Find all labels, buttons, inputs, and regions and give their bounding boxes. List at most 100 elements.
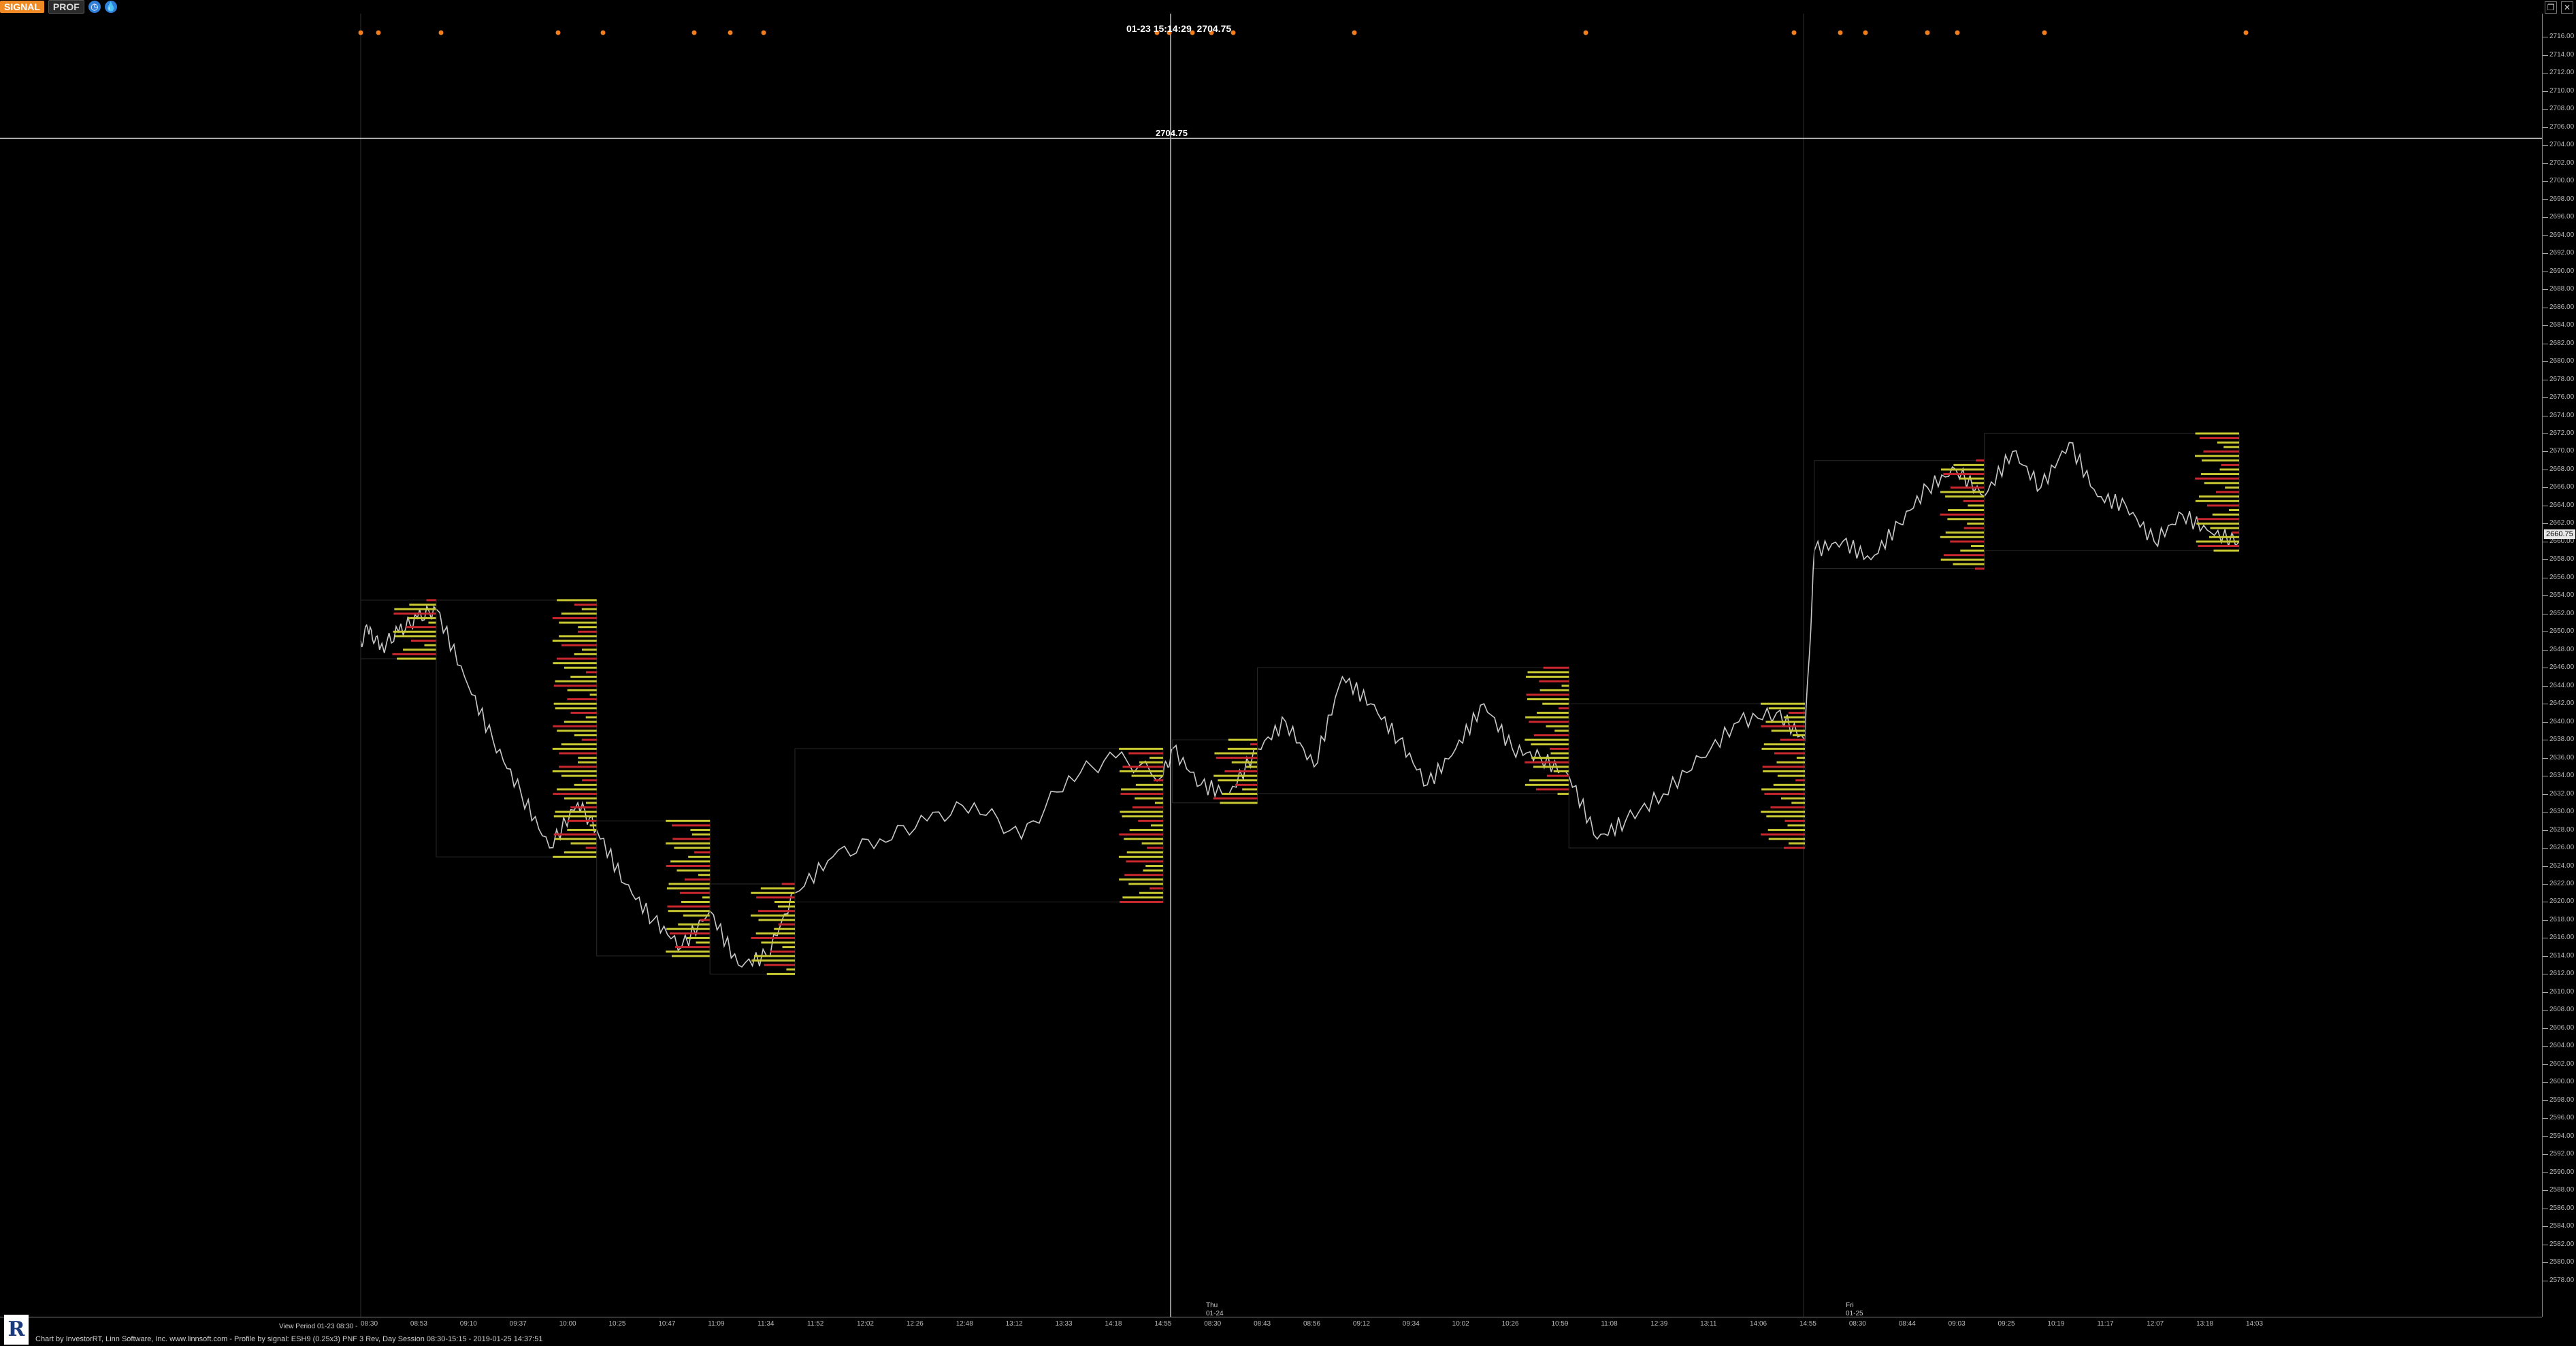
volume-bar [1526,693,1569,696]
signal-dot [1863,30,1868,35]
day-label-fri: Fri 01-25 [1846,1302,1863,1317]
time-axis[interactable]: 08:30 08:53 09:10 09:37 10:00 10:25 10:47 11:09… [0,1317,2542,1334]
x-tick-label: 13:33 [1055,1320,1073,1328]
volume-bar [552,640,597,642]
volume-bar [781,883,795,885]
y-tick-label: 2692.00 [2549,249,2575,257]
volume-bar [397,657,436,660]
y-tick [2543,1028,2548,1029]
volume-bar [2196,540,2239,543]
price-line [360,442,2240,968]
volume-bar [678,923,711,926]
volume-bar [758,919,795,921]
volume-bar [393,612,436,615]
volume-bar [2225,486,2239,489]
signal-button[interactable]: SIGNAL [0,1,44,13]
volume-bar [1557,793,1569,795]
volume-bar [666,928,711,930]
volume-bar [561,743,597,746]
volume-bar [555,838,597,840]
volume-bar [1124,838,1163,840]
volume-bar [1135,783,1163,786]
y-tick [2543,919,2548,921]
volume-bar [578,761,597,764]
x-tick-label: 08:56 [1303,1320,1321,1328]
volume-bar [1553,770,1569,772]
drop-icon[interactable]: 💧 [104,1,117,13]
prof-button[interactable]: PROF [48,0,84,14]
y-tick-label: 2714.00 [2549,50,2575,59]
volume-bar [1789,842,1806,844]
volume-bar [1960,549,1985,552]
chart-plot-area[interactable] [0,14,2542,1317]
volume-bar [553,685,597,687]
volume-bar [770,950,795,953]
volume-bar [578,626,597,629]
x-tick-label: 08:30 [1848,1320,1866,1328]
volume-bar [751,936,795,939]
y-tick-label: 2702.00 [2549,159,2575,167]
volume-bar [1792,734,1806,737]
volume-bar [1121,788,1163,791]
clock-icon[interactable]: ◷ [88,1,101,13]
y-tick-label: 2654.00 [2549,591,2575,600]
y-tick [2543,1046,2548,1047]
volume-bar [1546,725,1569,727]
y-tick [2543,523,2548,525]
signal-dot [2042,30,2047,35]
signal-dot [1791,30,1797,35]
profile-box [794,748,1164,902]
y-tick [2543,91,2548,92]
y-tick [2543,235,2548,236]
x-tick-label: 13:11 [1700,1320,1717,1328]
volume-bar [1220,802,1258,804]
volume-bar [1537,711,1569,714]
y-tick-label: 2634.00 [2549,772,2575,780]
volume-bar [1119,770,1163,772]
volume-bar [403,649,436,651]
volume-bar [782,946,795,949]
volume-bar [553,725,597,727]
volume-bar [1768,707,1806,710]
close-icon[interactable]: ✕ [2561,1,2573,14]
signal-dot [358,30,363,35]
volume-bar [757,910,795,913]
volume-bar [2213,549,2239,552]
y-tick-label: 2600.00 [2549,1078,2575,1086]
x-tick-label: 10:02 [1452,1320,1469,1328]
volume-bar [2217,441,2239,444]
volume-bar [1118,855,1163,858]
volume-bar [1777,774,1806,777]
volume-bar [1216,757,1258,759]
volume-bar [582,649,597,651]
restore-icon[interactable]: ❐ [2545,1,2557,14]
volume-bar [1550,752,1569,755]
price-axis[interactable]: 2716.00 2714.00 2712.00 2710.00 2708.00 2706.… [2542,14,2576,1317]
y-tick-label: 2578.00 [2549,1276,2575,1284]
y-tick-label: 2700.00 [2549,177,2575,185]
y-tick-label: 2706.00 [2549,122,2575,131]
volume-bar [557,729,597,732]
volume-bar [1796,757,1806,759]
volume-bar [564,797,597,800]
x-tick-label: 14:06 [1750,1320,1767,1328]
y-tick [2543,1136,2548,1137]
volume-bar [1139,891,1163,894]
y-tick-label: 2694.00 [2549,231,2575,239]
volume-bar [1953,463,1985,466]
volume-bar [1138,819,1163,822]
volume-bar [1129,829,1163,832]
volume-bar [1154,802,1163,804]
y-tick-label: 2712.00 [2549,69,2575,77]
volume-bar [1153,779,1163,782]
volume-bar [1122,766,1163,768]
volume-bar [686,936,711,939]
y-tick-label: 2628.00 [2549,825,2575,834]
volume-bar [1529,721,1569,723]
x-tick-label: 10:26 [1501,1320,1519,1328]
x-tick-label: 09:03 [1948,1320,1966,1328]
y-tick-label: 2596.00 [2549,1114,2575,1122]
volume-bar [2197,518,2239,521]
volume-bar [1218,779,1258,782]
volume-bar [1763,770,1806,772]
